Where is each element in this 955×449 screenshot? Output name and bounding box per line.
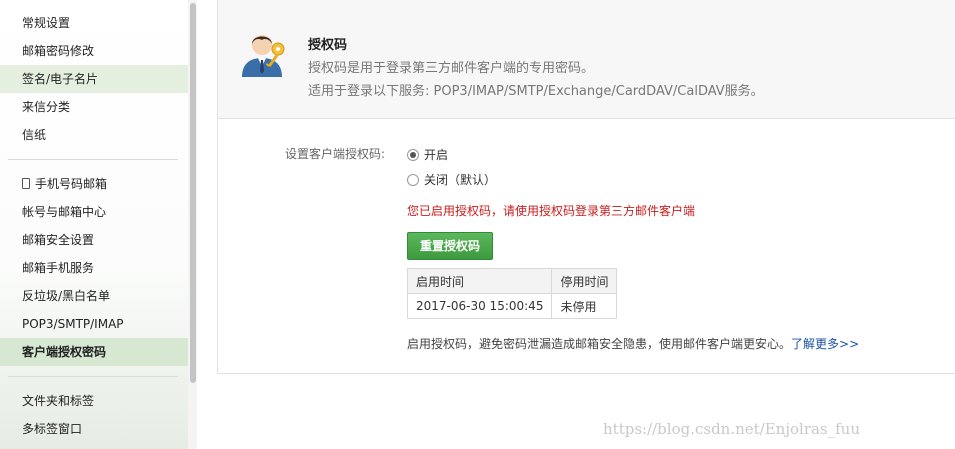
page-title: 授权码 [308, 38, 348, 53]
sidebar-divider [8, 376, 178, 377]
footer-note: 启用授权码，避免密码泄漏造成邮箱安全隐患，使用邮件客户端更安心。了解更多>> [407, 335, 859, 352]
phone-icon [22, 178, 30, 189]
user-key-icon [242, 35, 285, 77]
sidebar: 常规设置 邮箱密码修改 签名/电子名片 来信分类 信纸 手机号码邮箱 帐号与邮箱… [0, 0, 197, 449]
header-services: 适用于登录以下服务: POP3/IMAP/SMTP/Exchange/CardD… [308, 84, 764, 99]
watermark-text: https://blog.csdn.net/Enjolras_fuu [603, 420, 860, 438]
sidebar-item-security[interactable]: 邮箱安全设置 [0, 226, 188, 254]
radio-enable[interactable]: 开启 [407, 146, 448, 163]
sidebar-item-client-auth[interactable]: 客户端授权密码 [0, 338, 188, 366]
column-header-enable-time: 启用时间 [406, 268, 553, 294]
radio-enable-label: 开启 [424, 148, 449, 162]
reset-auth-code-button[interactable]: 重置授权码 [407, 232, 493, 260]
sidebar-item-multi-tab[interactable]: 多标签窗口 [0, 415, 188, 443]
radio-enable-control[interactable] [407, 148, 419, 161]
auth-enabled-warning: 您已启用授权码，请使用授权码登录第三方邮件客户端 [407, 204, 696, 218]
sidebar-item-general[interactable]: 常规设置 [0, 9, 188, 37]
sidebar-item-signature[interactable]: 签名/电子名片 [0, 65, 188, 93]
table-header-row: 启用时间 停用时间 [406, 268, 618, 294]
sidebar-item-account-center[interactable]: 帐号与邮箱中心 [0, 198, 188, 226]
header-description: 授权码是用于登录第三方邮件客户端的专用密码。 [308, 61, 595, 76]
sidebar-item-password[interactable]: 邮箱密码修改 [0, 37, 188, 65]
panel-header: 授权码 授权码是用于登录第三方邮件客户端的专用密码。 适用于登录以下服务: PO… [218, 0, 955, 119]
sidebar-item-phone-mailbox[interactable]: 手机号码邮箱 [0, 170, 188, 198]
sidebar-item-mobile-service[interactable]: 邮箱手机服务 [0, 254, 188, 282]
sidebar-item-pop3[interactable]: POP3/SMTP/IMAP [0, 310, 188, 338]
sidebar-item-spam[interactable]: 反垃圾/黑白名单 [0, 282, 188, 310]
sidebar-item-mail-filter[interactable]: 来信分类 [0, 93, 188, 121]
enable-time-cell: 2017-06-30 15:00:45 [406, 293, 553, 319]
sidebar-divider [8, 159, 178, 160]
auth-code-panel: 授权码 授权码是用于登录第三方邮件客户端的专用密码。 适用于登录以下服务: PO… [217, 0, 955, 374]
sidebar-list: 常规设置 邮箱密码修改 签名/电子名片 来信分类 信纸 手机号码邮箱 帐号与邮箱… [0, 9, 188, 443]
column-header-disable-time: 停用时间 [551, 268, 618, 294]
sidebar-item-folders[interactable]: 文件夹和标签 [0, 387, 188, 415]
auth-time-table: 启用时间 停用时间 2017-06-30 15:00:45 未停用 [406, 268, 618, 319]
sidebar-scrollbar-thumb[interactable] [190, 3, 196, 383]
table-row: 2017-06-30 15:00:45 未停用 [406, 293, 618, 319]
sidebar-item-label: 手机号码邮箱 [35, 177, 108, 191]
sidebar-item-stationery[interactable]: 信纸 [0, 121, 188, 149]
auth-setting-label: 设置客户端授权码: [285, 147, 386, 161]
radio-disable-control[interactable] [407, 173, 419, 186]
learn-more-link[interactable]: 了解更多>> [791, 337, 859, 351]
radio-disable-label: 关闭（默认） [424, 173, 497, 187]
disable-time-cell: 未停用 [551, 293, 618, 319]
footer-note-text: 启用授权码，避免密码泄漏造成邮箱安全隐患，使用邮件客户端更安心。 [407, 337, 792, 351]
radio-disable[interactable]: 关闭（默认） [407, 171, 496, 188]
